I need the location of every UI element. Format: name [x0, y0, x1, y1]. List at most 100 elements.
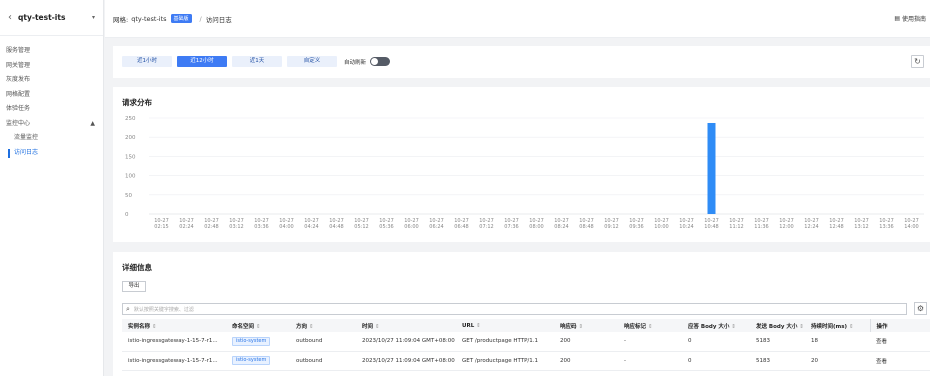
gear-icon: ⚙	[916, 304, 925, 313]
x-tick-label: 10-27 02:24	[179, 218, 194, 230]
view-link[interactable]: 查看	[870, 351, 930, 371]
column-action: 操作	[869, 319, 930, 332]
x-tick-label: 10-27 12:24	[804, 218, 819, 230]
sidebar-menu: 服务管理 网关管理 灰度发布 网格配置 体验任务 监控中心 ▲ 流量监控 访问日…	[0, 36, 103, 160]
column-response-body-size[interactable]: 应答 Body 大小 ⇕	[682, 319, 750, 332]
sidebar-item-gateway-management[interactable]: 网关管理	[0, 59, 103, 74]
cell-instance: istio-ingressgateway-1-15-7-r1...	[122, 351, 226, 371]
column-duration[interactable]: 持续时间(ms) ⇕	[805, 319, 870, 332]
cell-response-flags: -	[618, 351, 682, 371]
x-tick-label: 10-27 10:00	[654, 218, 669, 230]
cell-response-code: 200	[554, 332, 618, 352]
x-tick-label: 10-27 08:24	[554, 218, 569, 230]
topbar: 网格: qty-test-its 基础版 / 访问日志 ▤ 使用指南	[105, 0, 930, 38]
refresh-button[interactable]: ↻	[911, 55, 924, 68]
export-button[interactable]: 导出	[122, 281, 146, 292]
x-tick-label: 10-27 03:12	[229, 218, 244, 230]
view-link[interactable]: 查看	[870, 332, 930, 352]
cell-response-body-size: 0	[682, 332, 750, 352]
tab-custom[interactable]: 自定义	[287, 56, 337, 67]
request-distribution-card: 请求分布 0 50 100 150 200 250 10-27 02:15 10-27 02:24…	[113, 87, 930, 242]
cell-duration: 20	[805, 351, 870, 371]
sidebar: ‹ qty-test-its ▾ 服务管理 网关管理 灰度发布 网格配置 体验任…	[0, 0, 104, 376]
cell-send-body-size: 5183	[750, 351, 805, 371]
search-input[interactable]: ⌕ 默认按照关键字搜索、过滤	[122, 303, 907, 315]
x-tick-label: 10-27 07:36	[504, 218, 519, 230]
x-tick-label: 10-27 05:12	[354, 218, 369, 230]
chevron-down-icon[interactable]: ▾	[92, 14, 95, 21]
x-tick-label: 10-27 12:00	[779, 218, 794, 230]
sidebar-item-service-management[interactable]: 服务管理	[0, 44, 103, 59]
x-tick-label: 10-27 09:12	[604, 218, 619, 230]
cell-response-body-size: 0	[682, 351, 750, 371]
x-tick-label: 10-27 04:48	[329, 218, 344, 230]
x-tick-label: 10-27 10:24	[679, 218, 694, 230]
cell-send-body-size: 5183	[750, 332, 805, 352]
x-tick-label: 10-27 09:36	[629, 218, 644, 230]
tab-12-hours[interactable]: 近12小时	[177, 56, 227, 67]
access-log-table: 实例名称 ⇕ 命名空间 ⇕ 方向 ⇕ 时间 ⇕ URL ⇕ 响应码 ⇕ 响应标记…	[122, 319, 930, 371]
x-tick-label: 10-27 12:48	[829, 218, 844, 230]
cell-response-flags: -	[618, 332, 682, 352]
column-response-code[interactable]: 响应码 ⇕	[554, 319, 618, 332]
sidebar-item-traffic-monitoring[interactable]: 流量监控	[0, 131, 103, 146]
column-url[interactable]: URL ⇕	[456, 319, 554, 332]
cell-time: 2023/10/27 11:09:04 GMT+08:00	[356, 351, 456, 371]
settings-button[interactable]: ⚙	[914, 302, 927, 315]
sidebar-item-gray-release[interactable]: 灰度发布	[0, 73, 103, 88]
sidebar-item-access-log[interactable]: 访问日志	[0, 146, 103, 161]
cell-url: GET /productpage HTTP/1.1	[456, 332, 554, 352]
sidebar-group-label: 监控中心	[6, 119, 31, 127]
bar	[707, 122, 716, 214]
x-tick-label: 10-27 02:48	[204, 218, 219, 230]
x-tick-label: 10-27 10:48	[704, 218, 719, 230]
auto-refresh-label: 自动刷新	[344, 59, 367, 66]
table-row: istio-ingressgateway-1-15-7-r1... istio-…	[122, 351, 930, 371]
x-tick-label: 10-27 08:48	[579, 218, 594, 230]
y-tick-label: 200	[125, 135, 136, 141]
x-tick-label: 10-27 06:48	[454, 218, 469, 230]
detail-title: 详细信息	[122, 263, 152, 272]
chevron-up-icon: ▲	[90, 119, 95, 127]
tab-1-hour[interactable]: 近1小时	[122, 56, 172, 67]
column-send-body-size[interactable]: 发送 Body 大小 ⇕	[750, 319, 805, 332]
cell-duration: 18	[805, 332, 870, 352]
mesh-title: qty-test-its	[18, 13, 66, 22]
table-row: istio-ingressgateway-1-15-7-r1... istio-…	[122, 332, 930, 352]
x-tick-label: 10-27 07:12	[479, 218, 494, 230]
cell-time: 2023/10/27 11:09:04 GMT+08:00	[356, 332, 456, 352]
x-tick-label: 10-27 13:36	[879, 218, 894, 230]
y-tick-label: 250	[125, 116, 136, 122]
column-response-flags[interactable]: 响应标记 ⇕	[618, 319, 682, 332]
back-icon[interactable]: ‹	[8, 12, 12, 23]
auto-refresh-toggle[interactable]	[370, 57, 391, 66]
column-direction[interactable]: 方向 ⇕	[290, 319, 356, 332]
sidebar-group-monitoring[interactable]: 监控中心 ▲	[0, 117, 103, 132]
sidebar-header: ‹ qty-test-its ▾	[0, 0, 103, 36]
y-tick-label: 150	[125, 154, 136, 160]
x-tick-label: 10-27 11:36	[754, 218, 769, 230]
y-tick-label: 50	[125, 193, 132, 199]
column-instance[interactable]: 实例名称 ⇕	[122, 319, 226, 332]
sidebar-item-experience-task[interactable]: 体验任务	[0, 102, 103, 117]
namespace-tag: istio-system	[232, 336, 271, 346]
column-namespace[interactable]: 命名空间 ⇕	[226, 319, 290, 332]
mesh-prefix: 网格:	[113, 15, 129, 24]
column-time[interactable]: 时间 ⇕	[356, 319, 456, 332]
x-tick-label: 10-27 11:12	[729, 218, 744, 230]
x-tick-label: 10-27 04:00	[279, 218, 294, 230]
cell-namespace: istio-system	[226, 351, 290, 371]
y-tick-label: 100	[125, 174, 136, 180]
mesh-name[interactable]: qty-test-its	[131, 15, 166, 23]
x-tick-label: 10-27 06:24	[429, 218, 444, 230]
time-range-tabs: 近1小时 近12小时 近1天 自定义 自动刷新	[122, 56, 391, 67]
sidebar-item-mesh-config[interactable]: 网格配置	[0, 88, 103, 103]
request-distribution-chart: 0 50 100 150 200 250 10-27 02:15 10-27 02:24 10-27…	[125, 116, 924, 230]
tab-1-day[interactable]: 近1天	[232, 56, 282, 67]
cell-response-code: 200	[554, 351, 618, 371]
book-icon: ▤	[894, 15, 900, 22]
x-tick-label: 10-27 05:36	[379, 218, 394, 230]
table-header-row: 实例名称 ⇕ 命名空间 ⇕ 方向 ⇕ 时间 ⇕ URL ⇕ 响应码 ⇕ 响应标记…	[122, 319, 930, 332]
cell-direction: outbound	[290, 351, 356, 371]
guide-link[interactable]: ▤ 使用指南	[894, 14, 926, 23]
